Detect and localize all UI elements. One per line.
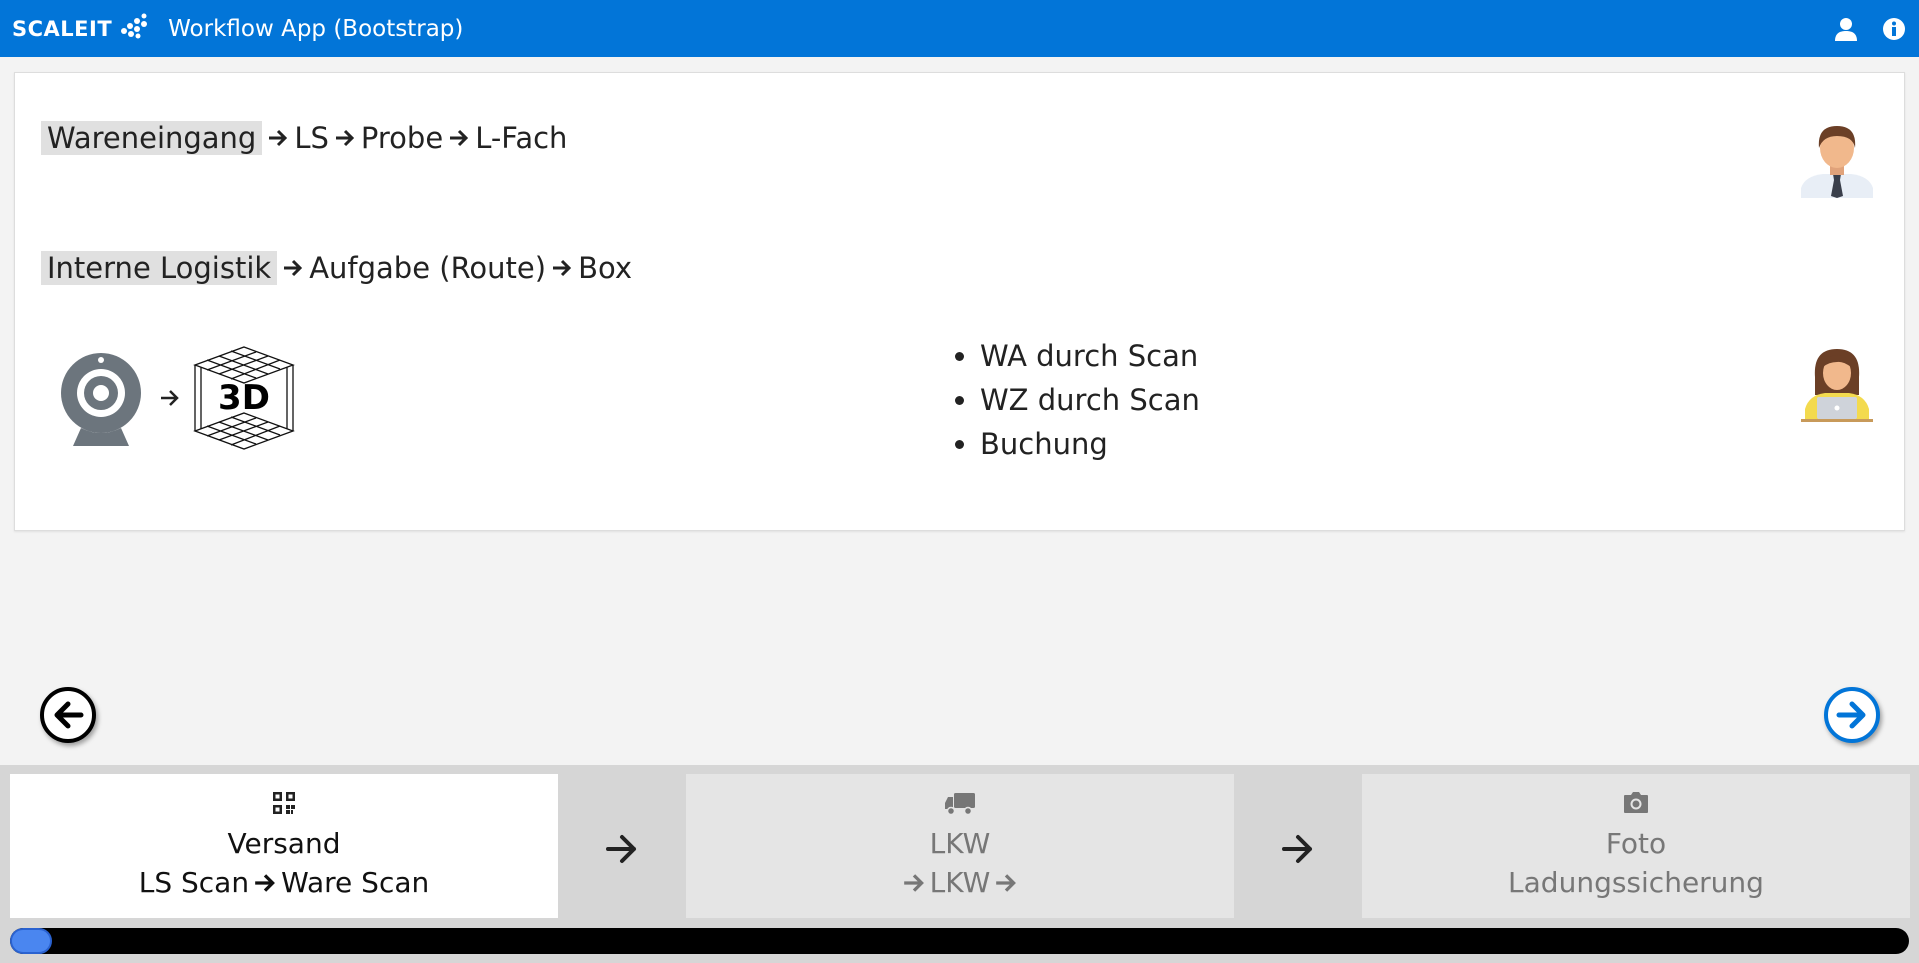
step-versand[interactable]: Versand LS Scan Ware Scan — [10, 774, 558, 918]
step-sub-right: Ware Scan — [281, 866, 430, 899]
step-foto[interactable]: Foto Ladungssicherung — [1362, 774, 1910, 918]
flow-step: Box — [578, 251, 632, 285]
next-button[interactable] — [1824, 687, 1880, 743]
progress-bar — [10, 928, 1909, 954]
step-sub-left: LS Scan — [138, 866, 250, 899]
webcam-icon — [61, 353, 141, 446]
app-title: Workflow App (Bootstrap) — [168, 15, 464, 42]
step-lkw[interactable]: LKW LKW — [686, 774, 1234, 918]
list-item: WZ durch Scan — [980, 383, 1200, 417]
flow-step: LS — [294, 121, 329, 155]
brand-dots-icon — [116, 13, 150, 44]
arrow-right-icon — [1282, 835, 1312, 863]
flow-wareneingang: Wareneingang LS Probe L-Fach — [41, 121, 567, 155]
step-title: Versand — [227, 827, 341, 860]
step-subtitle: Ladungssicherung — [1508, 866, 1764, 899]
user-icon[interactable] — [1833, 16, 1859, 42]
arrow-right-icon — [553, 259, 572, 277]
arrow-right-icon — [161, 390, 179, 406]
flow-highlight: Interne Logistik — [41, 251, 278, 285]
task-list: WA durch Scan WZ durch Scan Buchung — [955, 339, 1200, 471]
3d-model-icon: 3D — [193, 346, 295, 450]
camera-icon — [1623, 788, 1649, 818]
flow-step: Probe — [360, 121, 444, 155]
step-title: LKW — [929, 827, 991, 860]
arrow-right-icon — [606, 835, 636, 863]
content-card: Wareneingang LS Probe L-Fach Interne Log… — [14, 72, 1905, 531]
arrow-right-icon — [269, 129, 288, 147]
flow-interne-logistik: Interne Logistik Aufgabe (Route) Box — [41, 251, 632, 285]
flow-step: L-Fach — [475, 121, 568, 155]
previous-button[interactable] — [40, 687, 96, 743]
step-sub-center: LKW — [929, 866, 991, 899]
workflow-footer: Versand LS Scan Ware Scan LKW LKW Foto L… — [0, 765, 1919, 963]
qr-code-icon — [272, 788, 296, 818]
brand-name: SCALEIT — [12, 16, 113, 41]
flow-highlight: Wareneingang — [41, 121, 263, 155]
arrow-right-icon — [996, 874, 1017, 892]
arrow-right-icon — [450, 129, 469, 147]
flow-step: Aufgabe (Route) — [309, 251, 547, 285]
arrow-right-icon — [255, 874, 276, 892]
3d-label: 3D — [218, 378, 270, 418]
camera-to-3d: 3D — [51, 343, 299, 453]
info-icon[interactable] — [1881, 16, 1907, 42]
list-item: WA durch Scan — [980, 339, 1200, 373]
list-item: Buchung — [980, 427, 1200, 461]
step-title: Foto — [1605, 827, 1667, 860]
arrow-right-icon — [335, 129, 355, 147]
step-subtitle: LS Scan Ware Scan — [139, 862, 430, 904]
arrow-right-icon — [284, 259, 303, 277]
arrow-left-circle-icon — [54, 701, 84, 729]
progress-fill — [10, 928, 52, 954]
top-navbar: SCALEIT Workflow App (Bootstrap) — [0, 0, 1919, 57]
arrow-right-icon — [903, 874, 924, 892]
brand-logo[interactable]: SCALEIT — [12, 13, 150, 44]
woman-laptop-avatar-icon — [1797, 343, 1877, 427]
man-avatar-icon — [1797, 118, 1877, 202]
step-subtitle: LKW — [902, 862, 1019, 904]
truck-icon — [944, 788, 976, 818]
arrow-right-circle-icon — [1836, 701, 1866, 729]
